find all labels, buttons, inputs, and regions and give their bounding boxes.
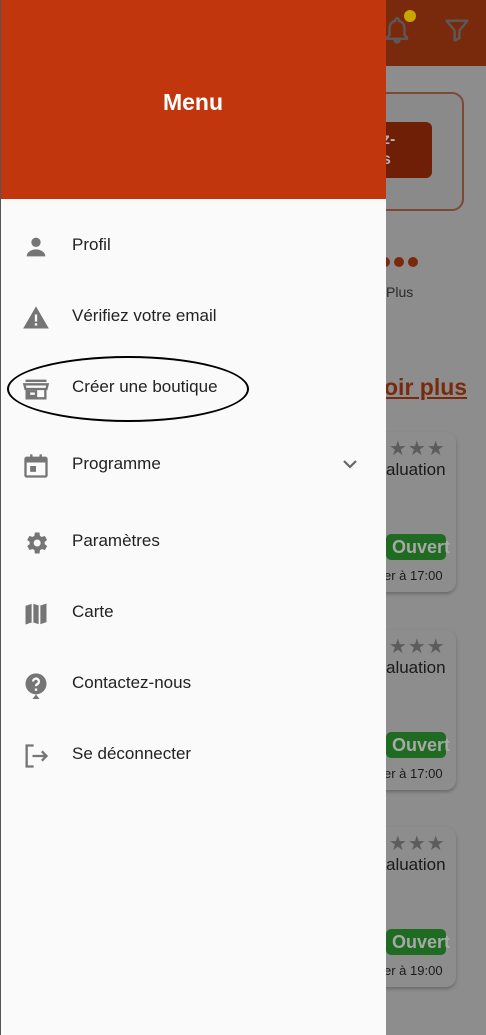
chevron-down-icon[interactable] bbox=[340, 456, 360, 472]
map-icon bbox=[25, 603, 47, 625]
highlight-annotation-circle bbox=[7, 356, 249, 422]
drawer-header: Menu bbox=[0, 0, 386, 199]
menu-item-label: Paramètres bbox=[72, 531, 160, 550]
evaluation-text: aluation bbox=[386, 658, 446, 677]
menu-item-label: Contactez-nous bbox=[72, 673, 192, 692]
hours-text: er à 17:00 bbox=[384, 568, 443, 583]
plus-text: Plus bbox=[386, 284, 414, 300]
menu-item-label: Vérifiez votre email bbox=[72, 306, 217, 325]
filter-icon[interactable] bbox=[443, 16, 471, 44]
status-badge: Ouvert bbox=[386, 929, 450, 955]
status-badge: Ouvert bbox=[386, 732, 450, 758]
logout-icon bbox=[25, 744, 49, 768]
menu-item-logout[interactable]: Se déconnecter bbox=[0, 726, 386, 782]
menu-item-carte[interactable]: Carte bbox=[0, 584, 386, 640]
notification-dot bbox=[404, 10, 416, 22]
carousel-dots bbox=[380, 256, 422, 270]
evaluation-text: aluation bbox=[386, 855, 446, 874]
evaluation-text: aluation bbox=[386, 460, 446, 479]
menu-item-label: Programme bbox=[72, 454, 161, 473]
warning-icon bbox=[23, 306, 49, 329]
voir-plus-link[interactable]: oir plus bbox=[384, 374, 467, 401]
menu-item-contact[interactable]: Contactez-nous bbox=[0, 655, 386, 711]
menu-item-label: Profil bbox=[72, 235, 111, 254]
menu-item-label: Se déconnecter bbox=[72, 744, 192, 763]
screen-edge bbox=[0, 0, 1, 1035]
menu-item-programme[interactable]: Programme bbox=[0, 436, 386, 492]
menu-item-verify-email[interactable]: Vérifiez votre email bbox=[0, 288, 386, 344]
gear-icon bbox=[27, 532, 48, 554]
calendar-icon bbox=[24, 454, 48, 478]
drawer-title: Menu bbox=[162, 89, 224, 115]
hours-text: er à 17:00 bbox=[384, 766, 443, 781]
menu-item-parametres[interactable]: Paramètres bbox=[0, 513, 386, 569]
navigation-drawer: Menu Profil Vérifiez votre email Créer u… bbox=[0, 0, 386, 1035]
menu-item-profil[interactable]: Profil bbox=[0, 217, 386, 273]
hours-text: er à 19:00 bbox=[384, 963, 443, 978]
person-icon bbox=[26, 237, 46, 257]
menu-item-label: Carte bbox=[72, 602, 114, 621]
help-icon bbox=[25, 673, 47, 699]
status-badge: Ouvert bbox=[386, 534, 450, 560]
